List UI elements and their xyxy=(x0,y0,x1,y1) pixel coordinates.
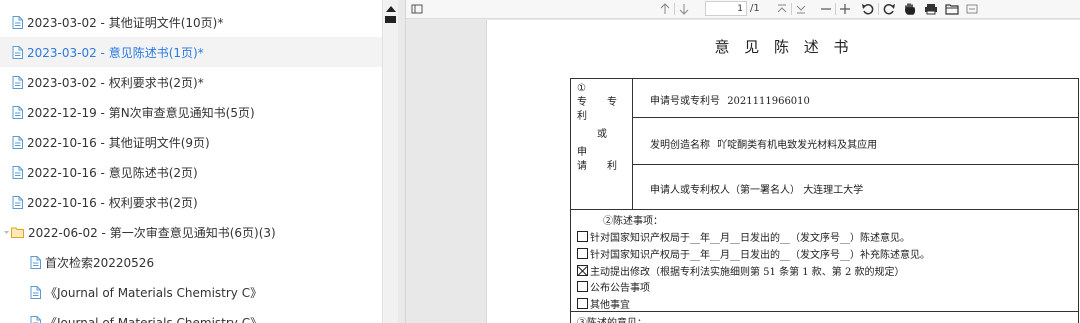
tree-item[interactable]: 2023-03-02 - 权利要求书(2页)* xyxy=(0,67,382,97)
tree-item-label: 2022-10-16 - 权利要求书(2页) xyxy=(27,195,198,210)
option-row: 针对国家知识产权局于__年__月__日发出的__（发文序号__）补充陈述意见。 xyxy=(577,246,930,261)
document-icon xyxy=(12,45,23,59)
option-checkbox[interactable] xyxy=(577,281,588,292)
section1-number: ① xyxy=(577,83,586,94)
tree-item[interactable]: 《Journal of Materials Chemistry C》 xyxy=(0,277,382,307)
document-icon xyxy=(12,165,23,179)
open-file-icon[interactable] xyxy=(945,1,959,17)
field-label: 申请号或专利号 xyxy=(650,96,720,107)
section3-title: ③陈述的意见： xyxy=(577,314,647,323)
option-checkbox[interactable] xyxy=(577,298,588,309)
fullscreen-icon[interactable] xyxy=(966,1,978,17)
section1-label-line: 申 xyxy=(577,147,587,158)
tree-item-label: 2022-10-16 - 意见陈述书(2页) xyxy=(27,165,198,180)
option-checkbox[interactable] xyxy=(577,248,588,259)
tree-item[interactable]: 2022-10-16 - 其他证明文件(9页) xyxy=(0,127,382,157)
section2-title: ②陈述事项： xyxy=(603,216,663,227)
tree-item-label: 2023-03-02 - 其他证明文件(10页)* xyxy=(27,15,224,30)
zoom-in-icon[interactable] xyxy=(839,1,851,17)
document-icon xyxy=(12,75,23,89)
first-page-icon[interactable] xyxy=(776,1,788,17)
option-text: 公布公告事项 xyxy=(590,283,650,294)
invention-name-row: 发明创造名称 吖啶酮类有机电致发光材料及其应用 xyxy=(650,136,877,151)
document-icon xyxy=(30,285,41,299)
tree-item-label: 2022-06-02 - 第一次审查意见通知书(6页)(3) xyxy=(28,225,276,240)
tree-item-label: 2023-03-02 - 意见陈述书(1页)* xyxy=(27,45,204,60)
option-text: 其他事宜 xyxy=(590,300,630,311)
print-icon[interactable] xyxy=(924,1,938,17)
tree-item-label: 首次检索20220526 xyxy=(45,255,155,270)
section1-label-line: 请 利 xyxy=(577,161,617,172)
field-label: 发明创造名称 xyxy=(650,140,710,151)
tree-item-label: 2022-12-19 - 第N次审查意见通知书(5页) xyxy=(27,105,255,120)
tree-item[interactable]: 2022-12-19 - 第N次审查意见通知书(5页) xyxy=(0,97,382,127)
last-page-icon[interactable] xyxy=(795,1,807,17)
document-icon xyxy=(12,15,23,29)
tree-scrollbar[interactable] xyxy=(382,0,398,323)
option-row: 公布公告事项 xyxy=(577,279,650,294)
tree-item[interactable]: 2022-10-16 - 权利要求书(2页) xyxy=(0,187,382,217)
option-text: 针对国家知识产权局于__年__月__日发出的__（发文序号__）陈述意见。 xyxy=(590,233,910,244)
page-number-input[interactable] xyxy=(705,1,747,16)
tree-item[interactable]: 2023-03-02 - 意见陈述书(1页)* xyxy=(0,37,382,67)
document-page: 意 见 陈 述 书 ① 专 专 利 或 申 请 利 申请号或专利号 202111… xyxy=(486,20,1080,323)
tree-item-label: 2022-10-16 - 其他证明文件(9页) xyxy=(27,135,210,150)
option-text: 主动提出修改（根据专利法实施细则第 51 条第 1 款、第 2 款的规定） xyxy=(590,267,905,278)
tree-item-label: 《Journal of Materials Chemistry C》 xyxy=(45,315,263,323)
tree-item-label: 《Journal of Materials Chemistry C》 xyxy=(45,285,263,300)
tree-folder[interactable]: 2022-06-02 - 第一次审查意见通知书(6页)(3) xyxy=(0,217,382,247)
hand-tool-icon[interactable] xyxy=(903,1,917,17)
tree-item-label: 2023-03-02 - 权利要求书(2页)* xyxy=(27,75,204,90)
applicant-row: 申请人或专利权人（第一署名人） 大连理工大学 xyxy=(650,181,863,196)
page-total: /1 xyxy=(750,3,760,14)
document-icon xyxy=(30,255,41,269)
chevron-down-icon[interactable] xyxy=(3,229,10,236)
section1-label-line: 利 xyxy=(577,111,587,122)
folder-icon xyxy=(11,227,24,238)
option-row: 针对国家知识产权局于__年__月__日发出的__（发文序号__）陈述意见。 xyxy=(577,229,910,244)
zoom-out-icon[interactable] xyxy=(820,1,832,17)
option-row: 其他事宜 xyxy=(577,296,630,311)
field-value: 吖啶酮类有机电致发光材料及其应用 xyxy=(717,140,878,151)
document-title: 意 见 陈 述 书 xyxy=(714,38,854,56)
section1-label-line: 或 xyxy=(577,129,607,140)
option-checkbox[interactable] xyxy=(577,231,588,242)
option-text: 针对国家知识产权局于__年__月__日发出的__（发文序号__）补充陈述意见。 xyxy=(590,250,930,261)
form-table: ① 专 专 利 或 申 请 利 申请号或专利号 2021111966010 发明… xyxy=(570,78,1079,323)
viewer-toolbar: /1 xyxy=(406,0,1080,19)
option-row: 主动提出修改（根据专利法实施细则第 51 条第 1 款、第 2 款的规定） xyxy=(577,263,905,278)
field-label: 申请人或专利权人（第一署名人） xyxy=(650,185,800,196)
option-checkbox-checked[interactable] xyxy=(577,265,588,276)
document-tree: 2023-03-02 - 其他证明文件(10页)* 2023-03-02 - 意见… xyxy=(0,0,382,323)
document-icon xyxy=(12,135,23,149)
tree-item[interactable]: 2023-03-02 - 其他证明文件(10页)* xyxy=(0,7,382,37)
document-icon xyxy=(30,315,41,323)
panel-splitter[interactable] xyxy=(398,0,406,323)
rotate-left-icon[interactable] xyxy=(861,1,875,17)
tree-item[interactable]: 首次检索20220526 xyxy=(0,247,382,277)
scroll-up-arrow[interactable] xyxy=(386,6,396,12)
field-value: 2021111966010 xyxy=(727,96,810,107)
section1-label-line: 专 专 xyxy=(577,97,617,108)
application-number-row: 申请号或专利号 2021111966010 xyxy=(650,92,810,107)
previous-page-icon[interactable] xyxy=(659,1,671,17)
document-icon xyxy=(12,105,23,119)
scroll-thumb[interactable] xyxy=(385,16,396,23)
tree-item[interactable]: 2022-10-16 - 意见陈述书(2页) xyxy=(0,157,382,187)
rotate-right-icon[interactable] xyxy=(882,1,896,17)
document-icon xyxy=(12,195,23,209)
field-value: 大连理工大学 xyxy=(803,185,864,196)
sidebar-toggle-icon[interactable] xyxy=(411,1,423,17)
pdf-viewer: /1 意 xyxy=(406,0,1080,323)
next-page-icon[interactable] xyxy=(678,1,690,17)
tree-item[interactable]: 《Journal of Materials Chemistry C》 xyxy=(0,307,382,323)
